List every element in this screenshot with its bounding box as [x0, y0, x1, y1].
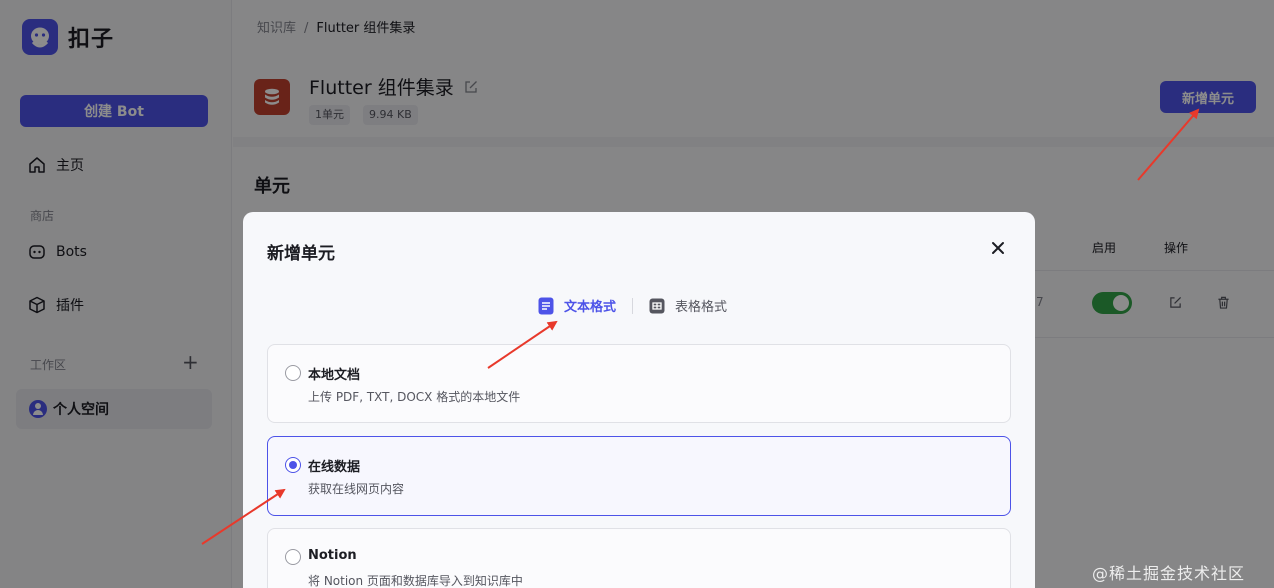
annotation-arrow-online-data: [201, 488, 286, 545]
annotation-arrow-text-format: [487, 320, 558, 369]
watermark: @稀土掘金技术社区: [1092, 564, 1246, 583]
annotation-arrow-add-unit: [1137, 108, 1200, 181]
annotation-arrows: [201, 108, 1200, 545]
